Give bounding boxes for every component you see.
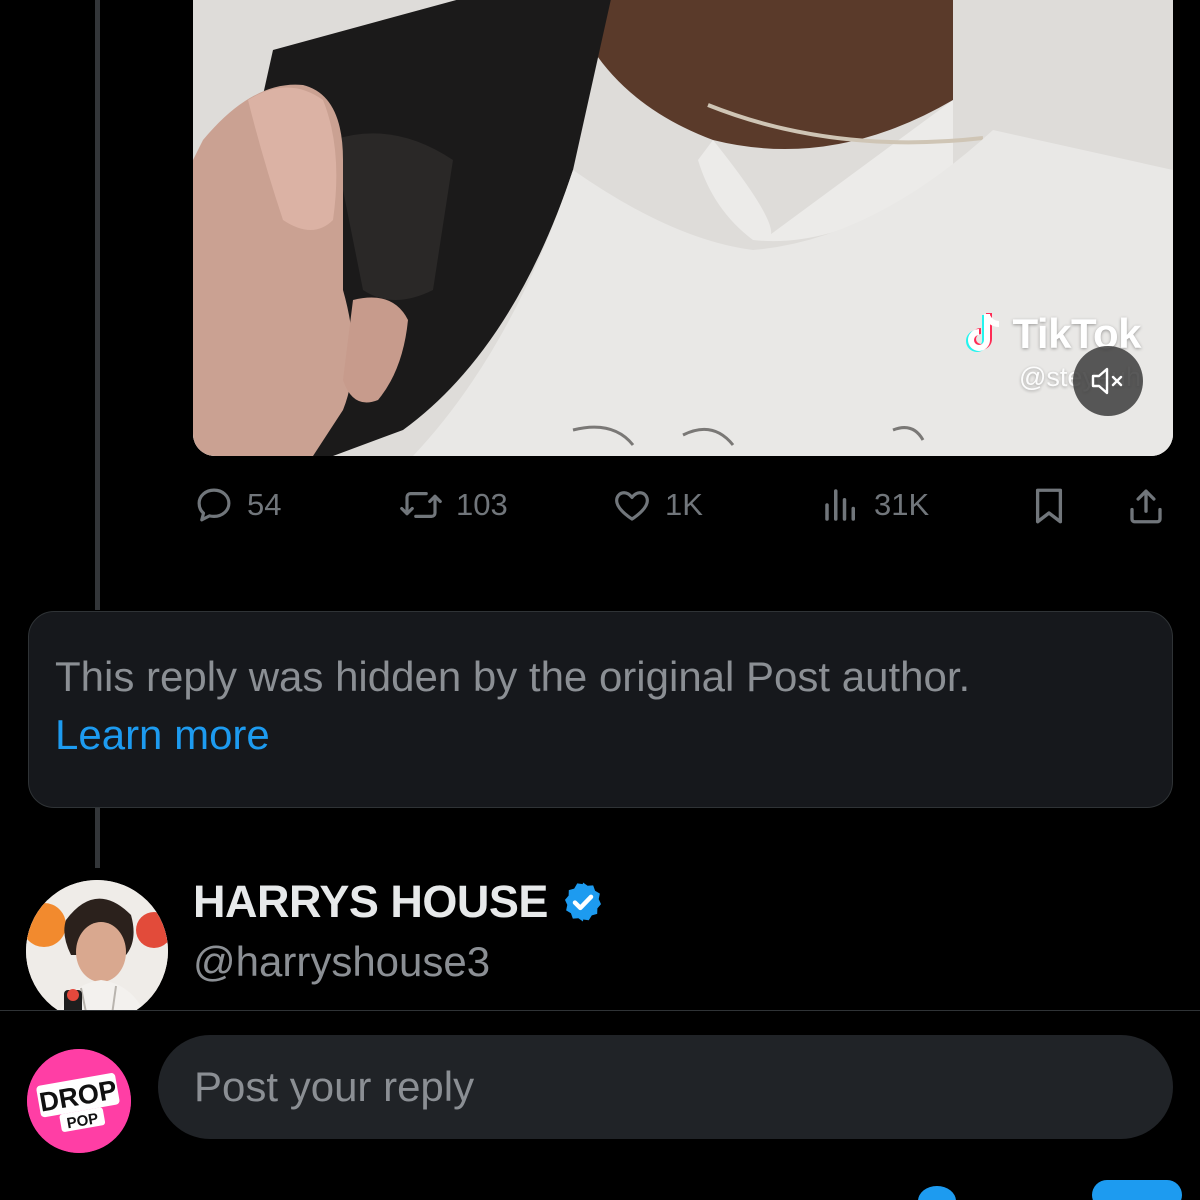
post-action-bar: 54 103 1K 31K: [193, 484, 1173, 536]
repost-count: 103: [456, 487, 508, 522]
reply-composer: DROP POP: [0, 1010, 1200, 1200]
drop-pop-logo: DROP POP: [27, 1049, 131, 1153]
thread-connector-line: [95, 0, 100, 610]
author-display-name[interactable]: HARRYS HOUSE: [193, 876, 548, 928]
like-button[interactable]: 1K: [611, 484, 703, 526]
post-author-row: HARRYS HOUSE: [193, 876, 606, 928]
hidden-reply-notice: This reply was hidden by the original Po…: [28, 611, 1173, 808]
current-user-avatar[interactable]: DROP POP: [27, 1049, 131, 1153]
bookmark-icon: [1035, 488, 1063, 524]
views-button[interactable]: 31K: [820, 484, 929, 526]
repost-button[interactable]: 103: [398, 484, 508, 526]
hidden-reply-message: This reply was hidden by the original Po…: [55, 653, 971, 700]
views-count: 31K: [874, 487, 930, 522]
author-handle[interactable]: @harryshouse3: [193, 938, 490, 986]
reply-input[interactable]: [158, 1035, 1173, 1139]
speaker-muted-icon: [1091, 367, 1123, 395]
post-reply-button-partial[interactable]: [1092, 1180, 1182, 1200]
profile-photo: [26, 880, 168, 1022]
share-button[interactable]: [1125, 484, 1167, 528]
share-icon: [1130, 489, 1162, 524]
video-player[interactable]: TikTok @steyeuh: [193, 0, 1173, 456]
reply-icon: [197, 488, 231, 522]
post-thread-view: TikTok @steyeuh 54 103: [0, 0, 1200, 1200]
views-icon: [825, 489, 855, 521]
learn-more-link[interactable]: Learn more: [55, 706, 270, 764]
reply-button[interactable]: 54: [193, 484, 281, 526]
repost-icon: [400, 492, 442, 518]
like-count: 1K: [665, 487, 703, 522]
verified-badge-icon[interactable]: [560, 879, 606, 925]
bookmark-button[interactable]: [1028, 484, 1070, 528]
like-icon: [615, 491, 649, 521]
tiktok-logo-icon: [965, 313, 999, 352]
avatar[interactable]: [26, 880, 168, 1022]
reply-count: 54: [247, 487, 282, 522]
thread-connector-line: [95, 808, 100, 868]
unmute-button[interactable]: [1073, 346, 1143, 416]
